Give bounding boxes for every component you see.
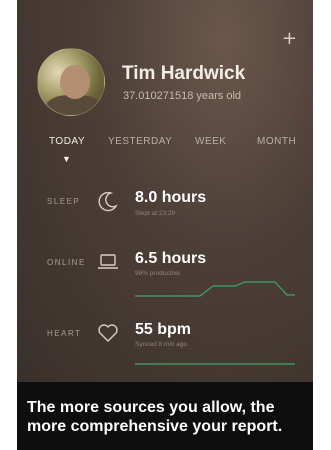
sleep-metric: SLEEP 8.0 hours Slept at 23:29 xyxy=(17,184,313,244)
caption-text: The more sources you allow, the more com… xyxy=(27,399,283,435)
online-sub: 99% productive xyxy=(135,270,180,277)
heart-label: HEART xyxy=(47,329,82,338)
tab-month[interactable]: MONTH xyxy=(257,136,296,147)
online-graph xyxy=(135,281,295,297)
app-panel: + Tim Hardwick 37.010271518 years old TO… xyxy=(17,0,313,382)
tab-today[interactable]: TODAY xyxy=(49,136,85,147)
sleep-sub: Slept at 23:29 xyxy=(135,210,176,217)
online-metric: ONLINE 6.5 hours 99% productive xyxy=(17,246,313,306)
laptop-icon xyxy=(97,251,119,273)
avatar-face xyxy=(60,65,90,99)
avatar xyxy=(37,48,105,116)
add-icon[interactable]: + xyxy=(282,30,297,48)
moon-icon xyxy=(97,190,119,212)
profile-name: Tim Hardwick xyxy=(122,63,246,84)
heart-icon xyxy=(97,322,119,344)
active-tab-indicator: ▼ xyxy=(62,154,71,164)
tab-week[interactable]: WEEK xyxy=(195,136,226,147)
sleep-value: 8.0 hours xyxy=(135,189,207,206)
heart-metric: HEART 55 bpm Synced 8 min ago xyxy=(17,318,313,378)
online-label: ONLINE xyxy=(47,258,86,267)
sleep-label: SLEEP xyxy=(47,197,81,206)
date-tabs: TODAY YESTERDAY WEEK MONTH xyxy=(17,136,313,150)
online-value: 6.5 hours xyxy=(135,250,207,267)
caption-banner: The more sources you allow, the more com… xyxy=(17,382,313,450)
heart-graph xyxy=(135,363,295,365)
heart-value: 55 bpm xyxy=(135,321,192,338)
heart-sub: Synced 8 min ago xyxy=(135,341,188,348)
profile-age: 37.010271518 years old xyxy=(123,90,242,102)
tab-yesterday[interactable]: YESTERDAY xyxy=(108,136,172,147)
